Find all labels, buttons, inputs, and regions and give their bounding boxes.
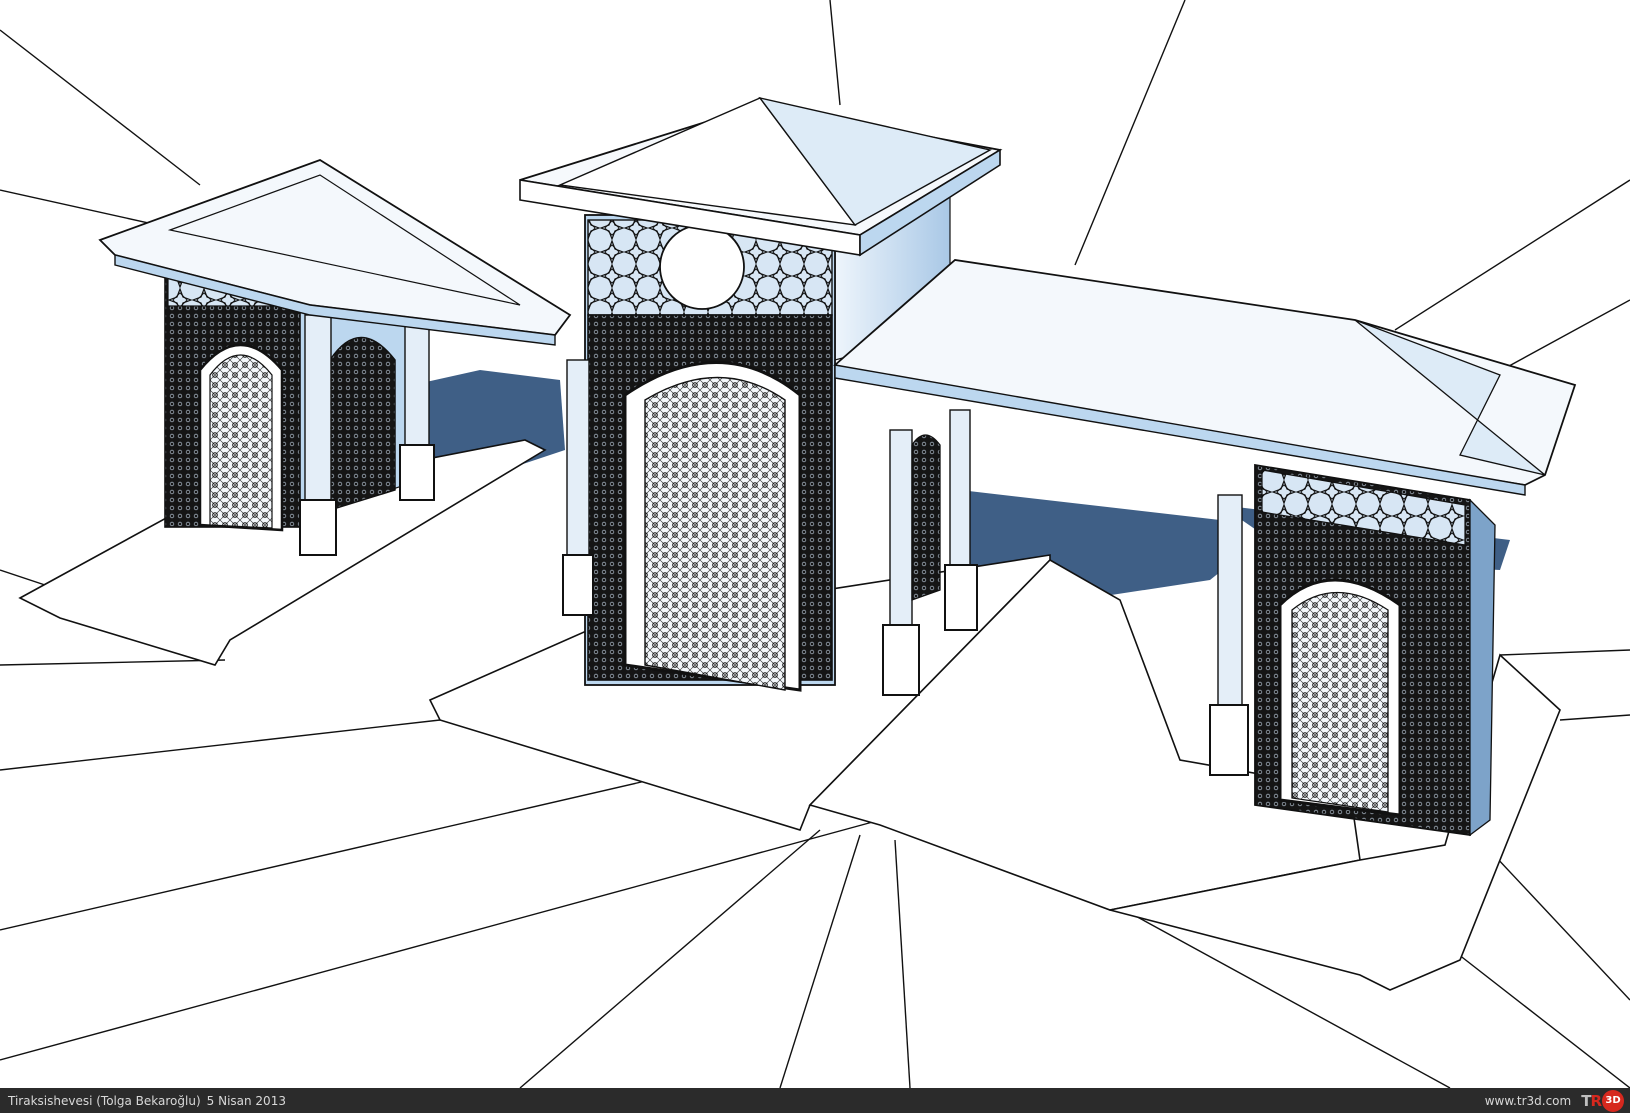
- caption-right: www.tr3d.com T R 3D: [1485, 1089, 1624, 1112]
- site-url-link[interactable]: www.tr3d.com: [1485, 1094, 1572, 1108]
- caption-left: Tiraksishevesi (Tolga Bekaroğlu) 5 Nisan…: [8, 1094, 286, 1108]
- tr3d-logo[interactable]: T R 3D: [1581, 1089, 1624, 1112]
- left-pavilion: [98, 159, 572, 556]
- logo-3d-badge: 3D: [1602, 1089, 1624, 1112]
- caption-title: Tiraksishevesi (Tolga Bekaroğlu): [8, 1093, 201, 1108]
- logo-letter-t: T: [1581, 1091, 1591, 1110]
- caption-bar: Tiraksishevesi (Tolga Bekaroğlu) 5 Nisan…: [0, 1088, 1630, 1113]
- render-viewport: [0, 0, 1630, 1088]
- caption-date: 5 Nisan 2013: [206, 1093, 286, 1108]
- gate-render: [0, 0, 1630, 1088]
- logo-letter-r: R: [1590, 1091, 1602, 1110]
